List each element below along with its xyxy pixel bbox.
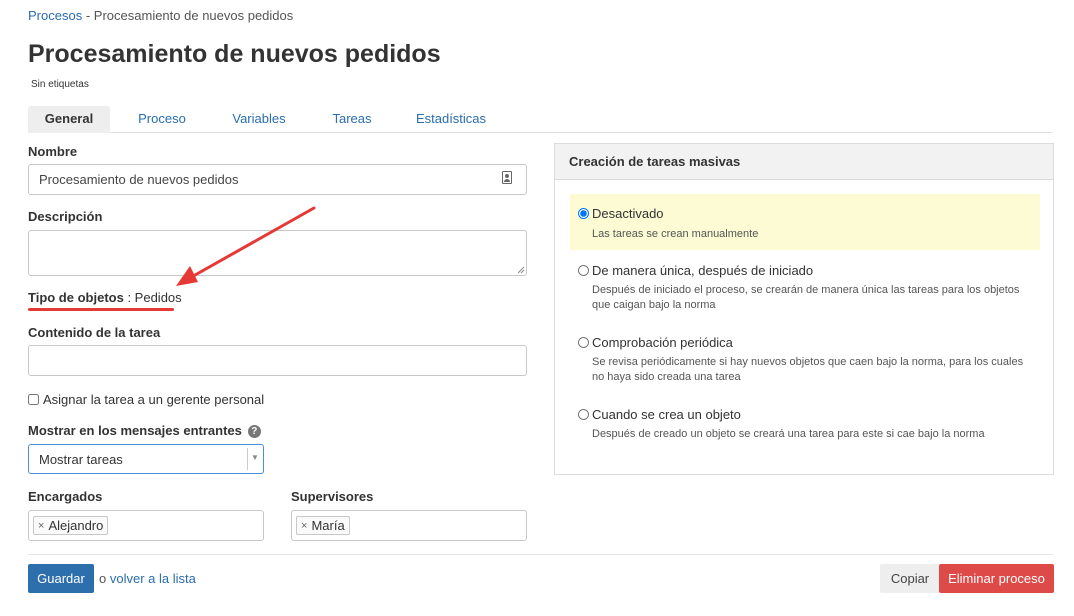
chevron-down-icon[interactable]: ▼ [251, 453, 259, 462]
tab-tareas[interactable]: Tareas [324, 106, 380, 133]
panel-title: Creación de tareas masivas [569, 154, 741, 169]
assignee-chip: × Alejandro [33, 516, 109, 535]
breadcrumb-separator: - [85, 8, 91, 23]
task-content-label: Contenido de la tarea [28, 325, 161, 340]
description-label: Descripción [28, 209, 103, 224]
mass-option-once-radio[interactable] [578, 265, 589, 276]
contact-card-icon[interactable] [502, 171, 512, 184]
tab-proceso[interactable]: Proceso [126, 106, 198, 133]
mass-option-on-create-radio[interactable] [578, 409, 589, 420]
copy-button[interactable]: Copiar [880, 564, 940, 593]
assign-manager-label: Asignar la tarea a un gerente personal [43, 392, 265, 407]
object-type-line: Tipo de objetos : Pedidos [28, 290, 182, 305]
incoming-label: Mostrar en los mensajes entrantes [28, 423, 242, 438]
incoming-select-value: Mostrar tareas [39, 452, 123, 467]
supervisors-label: Supervisores [291, 489, 374, 504]
mass-option-once[interactable]: De manera única, después de iniciado Des… [570, 256, 1040, 320]
assignee-chip-label: Alejandro [48, 518, 104, 533]
name-input[interactable] [28, 164, 527, 195]
object-type-value: Pedidos [134, 290, 182, 305]
panel-header: Creación de tareas masivas [555, 144, 1053, 180]
mass-option-label: De manera única, después de iniciado [592, 263, 814, 278]
breadcrumb: Procesos - Procesamiento de nuevos pedid… [28, 8, 293, 23]
footer-divider [28, 554, 1053, 555]
assignees-label: Encargados [28, 489, 103, 504]
mass-option-on-create-label-row[interactable]: Cuando se crea un objeto [578, 407, 741, 422]
tags-note: Sin etiquetas [31, 79, 89, 90]
mass-tasks-panel: Creación de tareas masivas Desactivado L… [554, 143, 1054, 475]
help-icon[interactable]: ? [247, 425, 261, 438]
mass-option-desc: Las tareas se crean manualmente [592, 228, 759, 240]
mass-option-desc: Después de creado un objeto se creará un… [592, 428, 985, 440]
save-button[interactable]: Guardar [28, 564, 94, 593]
mass-option-periodic-radio[interactable] [578, 337, 589, 348]
mass-option-periodic-label-row[interactable]: Comprobación periódica [578, 335, 733, 350]
tab-general[interactable]: General [28, 106, 110, 133]
tab-bar: General Proceso Variables Tareas Estadís… [28, 106, 1053, 133]
object-type-separator: : [123, 290, 135, 305]
object-type-label: Tipo de objetos [28, 290, 124, 305]
incoming-label-row: Mostrar en los mensajes entrantes? [28, 423, 261, 438]
mass-option-on-create[interactable]: Cuando se crea un objeto Después de crea… [570, 400, 1040, 448]
mass-option-label: Cuando se crea un objeto [592, 407, 741, 422]
supervisor-chip-label: María [311, 518, 345, 533]
select-divider [247, 448, 248, 470]
supervisors-input[interactable]: × María [291, 510, 527, 541]
assign-manager-row[interactable]: Asignar la tarea a un gerente personal [28, 392, 264, 407]
mass-option-desc: Después de iniciado el proceso, se crear… [592, 284, 1020, 311]
close-icon[interactable]: × [301, 520, 307, 532]
task-content-input[interactable] [28, 345, 527, 376]
mass-option-disabled-label-row[interactable]: Desactivado [578, 206, 664, 221]
mass-option-disabled-radio[interactable] [578, 208, 589, 219]
breadcrumb-link-procesos[interactable]: Procesos [28, 8, 82, 23]
mass-option-label: Desactivado [592, 206, 664, 221]
incoming-select[interactable]: Mostrar tareas ▼ [28, 444, 264, 474]
mass-option-periodic[interactable]: Comprobación periódica Se revisa periódi… [570, 328, 1040, 392]
back-to-list-link[interactable]: volver a la lista [110, 571, 196, 586]
resize-grip-icon[interactable] [517, 266, 525, 274]
name-label: Nombre [28, 144, 78, 159]
annotation-underline [28, 308, 174, 311]
back-text: o volver a la lista [99, 571, 196, 586]
mass-option-once-label-row[interactable]: De manera única, después de iniciado [578, 263, 813, 278]
description-textarea[interactable] [28, 230, 527, 276]
mass-option-label: Comprobación periódica [592, 335, 733, 350]
close-icon[interactable]: × [38, 520, 44, 532]
assign-manager-checkbox[interactable] [28, 394, 39, 405]
tab-variables[interactable]: Variables [224, 106, 294, 133]
mass-option-disabled[interactable]: Desactivado Las tareas se crean manualme… [570, 194, 1040, 250]
delete-process-button[interactable]: Eliminar proceso [939, 564, 1054, 593]
page-title: Procesamiento de nuevos pedidos [28, 40, 441, 68]
tab-estadisticas[interactable]: Estadísticas [408, 106, 494, 133]
breadcrumb-current: Procesamiento de nuevos pedidos [93, 8, 294, 23]
or-text: o [99, 571, 107, 586]
assignees-input[interactable]: × Alejandro [28, 510, 264, 541]
mass-option-desc: Se revisa periódicamente si hay nuevos o… [592, 356, 1024, 383]
supervisor-chip: × María [296, 516, 350, 535]
